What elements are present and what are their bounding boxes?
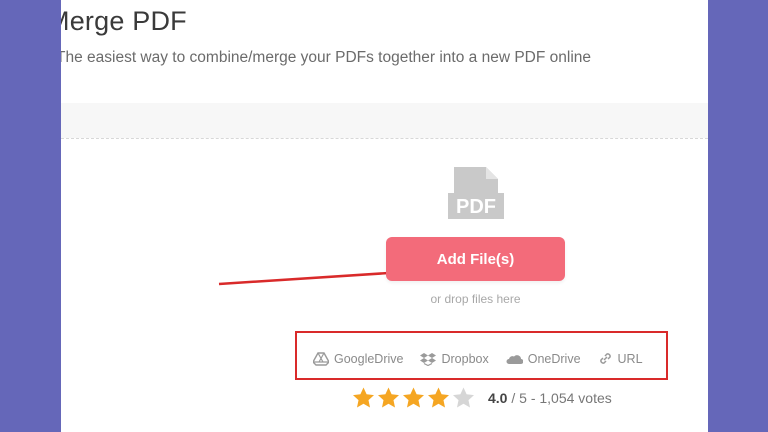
source-onedrive-label: OneDrive <box>527 351 581 366</box>
link-icon <box>599 353 611 364</box>
pdf-file-icon: PDF <box>448 167 504 219</box>
rating-votes: / 5 - 1,054 votes <box>507 390 612 406</box>
star-filled-icon[interactable] <box>426 386 451 410</box>
star-filled-icon[interactable] <box>351 386 376 410</box>
page-title: Merge PDF <box>61 6 187 36</box>
star-empty-icon[interactable] <box>451 386 476 410</box>
source-url-label: URL <box>617 351 643 366</box>
rating-text: 4.0 / 5 - 1,054 votes <box>488 390 612 406</box>
google-drive-icon <box>313 351 329 366</box>
page-subtitle: The easiest way to combine/merge your PD… <box>61 49 592 66</box>
source-google-drive[interactable]: GoogleDrive <box>313 352 403 366</box>
dropbox-icon <box>420 352 437 366</box>
onedrive-icon <box>506 354 523 364</box>
cloud-sources: GoogleDrive Dropbox OneDrive URL <box>313 351 660 366</box>
page-container: Merge PDF The easiest way to combine/mer… <box>61 0 708 432</box>
drop-hint: or drop files here <box>430 292 521 306</box>
rating-stars[interactable] <box>351 386 476 410</box>
star-filled-icon[interactable] <box>401 386 426 410</box>
source-onedrive[interactable]: OneDrive <box>506 352 581 366</box>
pdf-icon-label: PDF <box>456 196 496 218</box>
star-filled-icon[interactable] <box>376 386 401 410</box>
source-dropbox-label: Dropbox <box>441 351 489 366</box>
add-files-button[interactable]: Add File(s) <box>386 237 565 281</box>
rating: 4.0 / 5 - 1,054 votes <box>351 386 612 410</box>
source-url[interactable]: URL <box>598 351 643 366</box>
source-google-drive-label: GoogleDrive <box>334 351 404 366</box>
rating-score: 4.0 <box>488 390 508 406</box>
source-dropbox[interactable]: Dropbox <box>420 351 489 366</box>
